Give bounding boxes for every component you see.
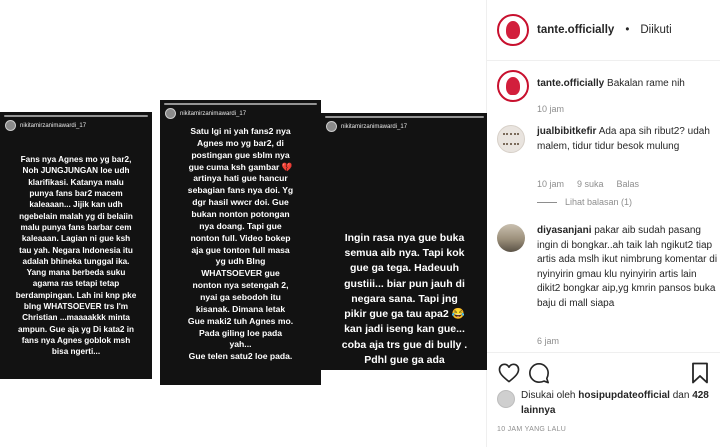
post-header: tante.officially • Diikuti	[487, 0, 720, 61]
post-media: nikitamirzanimawardi_17 Fans nya Agnes m…	[0, 0, 488, 447]
story-header: nikitamirzanimawardi_17	[5, 120, 86, 131]
follow-status-button[interactable]: Diikuti	[640, 24, 671, 36]
comment-time[interactable]: 6 jam	[537, 336, 559, 346]
story-screenshot-3: nikitamirzanimawardi_17 Ingin rasa nya g…	[321, 113, 488, 370]
commenter-username[interactable]: diyasanjani	[537, 225, 591, 236]
replies-line	[537, 201, 557, 203]
story-avatar	[5, 120, 16, 131]
comment-icon[interactable]	[527, 361, 551, 385]
commenter-avatar[interactable]	[497, 224, 525, 252]
separator-dot: •	[625, 24, 630, 36]
comment-meta: 10 jam	[537, 104, 564, 114]
story-username: nikitamirzanimawardi_17	[180, 110, 247, 117]
comment-text: Bakalan rame nih	[607, 78, 685, 89]
liker-avatar[interactable]	[497, 390, 515, 408]
story-avatar	[165, 108, 176, 119]
heart-icon[interactable]	[497, 361, 521, 385]
story-progress-bar	[325, 116, 484, 118]
likes-summary: Disukai oleh hosipupdateofficial dan 428…	[497, 389, 712, 418]
comment-meta: 6 jam	[537, 336, 559, 346]
story-text: Satu lgi ni yah fans2 nya Agnes mo yg ba…	[187, 126, 294, 362]
comment-text: pakar aib sudah pasang ingin di bongkar.…	[537, 225, 718, 309]
author-username[interactable]: tante.officially	[537, 24, 614, 36]
story-progress-bar	[164, 103, 317, 105]
story-username: nikitamirzanimawardi_17	[341, 123, 408, 130]
liked-and: dan	[672, 390, 690, 401]
story-screenshot-1: nikitamirzanimawardi_17 Fans nya Agnes m…	[0, 112, 152, 379]
reply-button[interactable]: Balas	[617, 179, 640, 189]
post-time-ago[interactable]: 10 JAM YANG LALU	[497, 426, 566, 433]
story-text: Fans nya Agnes mo yg bar2, Noh JUNGJUNGA…	[15, 155, 137, 357]
comment-time[interactable]: 10 jam	[537, 179, 564, 189]
story-header: nikitamirzanimawardi_17	[165, 108, 246, 119]
comment-time[interactable]: 10 jam	[537, 104, 564, 114]
commenter-avatar[interactable]	[497, 70, 529, 102]
commenter-username[interactable]: tante.officially	[537, 78, 604, 89]
commenter-username[interactable]: jualbibitkefir	[537, 126, 596, 137]
story-progress-bar	[4, 115, 148, 117]
comment-meta: 10 jam 9 suka Balas	[537, 179, 639, 189]
story-screenshot-2: nikitamirzanimawardi_17 Satu lgi ni yah …	[160, 100, 321, 385]
view-replies-button[interactable]: Lihat balasan (1)	[537, 197, 632, 207]
post-side-panel: tante.officially • Diikuti tante.officia…	[487, 0, 720, 447]
comment-body: tante.officially Bakalan rame nih	[537, 77, 720, 92]
action-bar	[497, 361, 710, 385]
comment-body: diyasanjani pakar aib sudah pasang ingin…	[537, 224, 720, 311]
story-header: nikitamirzanimawardi_17	[326, 121, 407, 132]
comment-body: jualbibitkefir Ada apa sih ribut2? udah …	[537, 125, 720, 154]
post-footer: Disukai oleh hosipupdateofficial dan 428…	[487, 352, 720, 447]
author-avatar[interactable]	[497, 14, 529, 46]
commenter-avatar[interactable]	[497, 125, 525, 153]
bookmark-icon[interactable]	[690, 361, 710, 385]
comment-likes[interactable]: 9 suka	[577, 179, 604, 189]
liked-user[interactable]: hosipupdateofficial	[578, 390, 670, 401]
likes-text: Disukai oleh hosipupdateofficial dan 428…	[521, 389, 712, 418]
liked-prefix: Disukai oleh	[521, 390, 576, 401]
view-replies-label: Lihat balasan (1)	[565, 197, 633, 207]
story-username: nikitamirzanimawardi_17	[20, 122, 87, 129]
story-avatar	[326, 121, 337, 132]
story-text: Ingin rasa nya gue buka semua aib nya. T…	[341, 232, 468, 370]
